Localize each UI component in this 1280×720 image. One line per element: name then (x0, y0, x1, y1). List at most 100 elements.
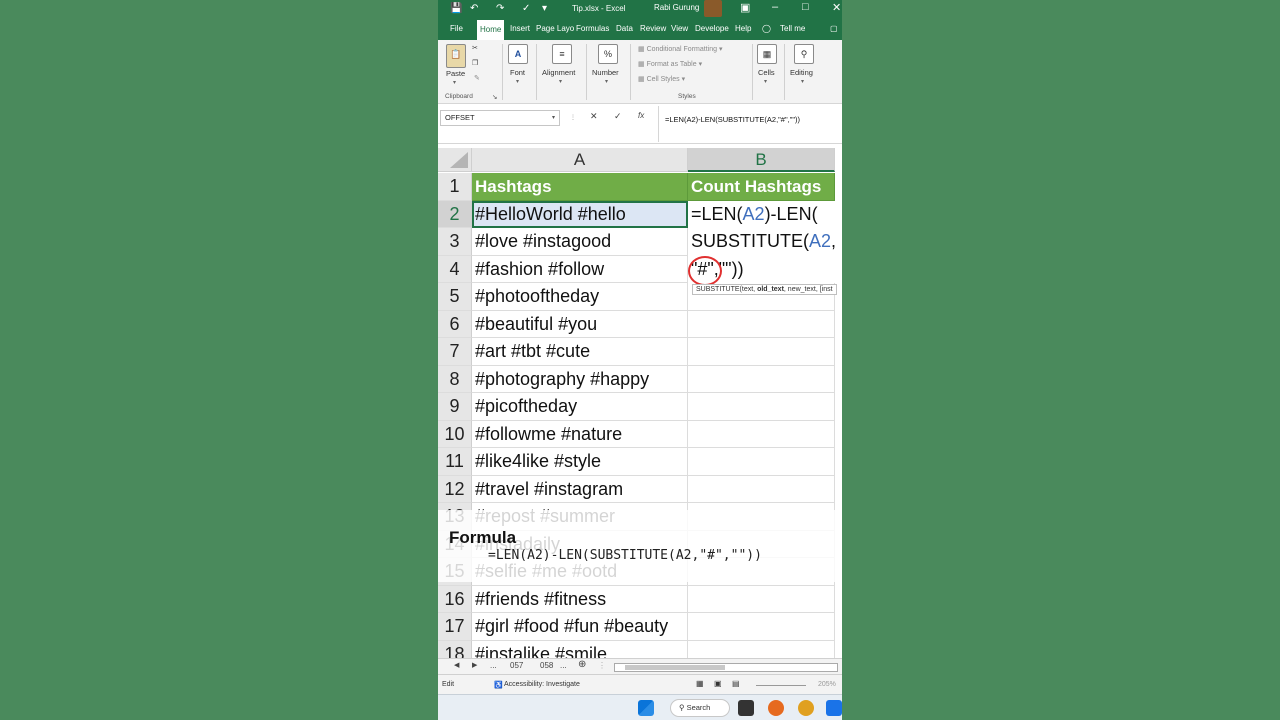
row-header[interactable]: 7 (438, 338, 472, 366)
tab-view[interactable]: View (669, 22, 690, 36)
cell-b[interactable] (688, 585, 835, 613)
chevron-down-icon[interactable]: ▾ (559, 78, 562, 85)
format-painter-icon[interactable]: ✎ (474, 74, 480, 82)
cell-b[interactable] (688, 475, 835, 503)
save-icon[interactable]: 💾 (450, 3, 462, 15)
chevron-down-icon[interactable]: ▾ (516, 78, 519, 85)
undo-icon[interactable]: ↶ (470, 3, 478, 15)
next-sheet-icon[interactable]: ▶ (472, 661, 477, 669)
row-header[interactable]: 11 (438, 448, 472, 476)
cell-b[interactable] (688, 640, 835, 658)
alignment-button[interactable]: Alignment (542, 68, 575, 77)
cell-a[interactable]: #instalike #smile (472, 640, 688, 658)
paste-button[interactable]: Paste (446, 69, 465, 78)
lightbulb-icon[interactable]: ◯ (760, 22, 773, 36)
tab-help[interactable]: Help (733, 22, 753, 36)
tab-review[interactable]: Review (638, 22, 668, 36)
copy-icon[interactable]: ❐ (472, 59, 478, 67)
row-header[interactable]: 4 (438, 255, 472, 283)
select-all-button[interactable] (438, 148, 472, 172)
row-header[interactable]: 9 (438, 393, 472, 421)
chevron-down-icon[interactable]: ▾ (801, 78, 804, 85)
tab-developer[interactable]: Develope (693, 22, 731, 36)
tab-data[interactable]: Data (614, 22, 635, 36)
taskbar-search[interactable]: ⚲ Search (670, 699, 730, 717)
firefox-icon[interactable] (768, 700, 784, 716)
tab-formulas[interactable]: Formulas (574, 22, 611, 36)
calendar-icon[interactable] (826, 700, 842, 716)
chevron-down-icon[interactable]: ▾ (764, 78, 767, 85)
customize-icon[interactable]: ▾ (542, 3, 547, 15)
name-box[interactable]: OFFSET ▾ (440, 110, 560, 126)
zoom-slider[interactable] (756, 685, 806, 686)
page-layout-icon[interactable]: ▣ (714, 679, 722, 688)
accessibility-icon[interactable]: ♿ (494, 681, 503, 689)
row-header[interactable]: 6 (438, 310, 472, 338)
cell-a[interactable]: #picoftheday (472, 393, 688, 421)
cell-a[interactable]: #friends #fitness (472, 585, 688, 613)
tab-file[interactable]: File (448, 22, 465, 36)
row-header-1[interactable]: 1 (438, 173, 472, 201)
cell-a[interactable]: #fashion #follow (472, 255, 688, 283)
header-cell-b[interactable]: Count Hashtags (688, 173, 835, 201)
cell-a[interactable]: #followme #nature (472, 420, 688, 448)
number-button[interactable]: Number (592, 68, 619, 77)
chevron-down-icon[interactable]: ▾ (453, 79, 456, 86)
tab-home[interactable]: Home (477, 20, 505, 40)
tab-tell-me[interactable]: Tell me (778, 22, 807, 36)
row-header[interactable]: 17 (438, 613, 472, 641)
formula-input[interactable]: =LEN(A2)-LEN(SUBSTITUTE(A2,"#","")) (658, 106, 840, 142)
cell-a[interactable]: #travel #instagram (472, 475, 688, 503)
row-header[interactable]: 18 (438, 640, 472, 658)
editing-icon[interactable]: ⚲ (794, 44, 814, 64)
page-break-icon[interactable]: ▤ (732, 679, 740, 688)
chrome-icon[interactable] (798, 700, 814, 716)
windows-start-icon[interactable] (638, 700, 654, 716)
cell-a[interactable]: #like4like #style (472, 448, 688, 476)
editing-button[interactable]: Editing (790, 68, 813, 77)
format-as-table-button[interactable]: ▦ Format as Table ▾ (638, 60, 702, 68)
cell-a[interactable]: #love #instagood (472, 228, 688, 256)
font-button[interactable]: Font (510, 68, 525, 77)
cell-b[interactable] (688, 393, 835, 421)
row-header[interactable]: 2 (438, 200, 472, 228)
tab-insert[interactable]: Insert (508, 22, 532, 36)
zoom-level[interactable]: 205% (818, 681, 836, 688)
accessibility-status[interactable]: Accessibility: Investigate (504, 681, 580, 688)
maximize-icon[interactable]: □ (802, 1, 809, 13)
add-sheet-icon[interactable]: ⊕ (578, 659, 586, 670)
column-header-b[interactable]: B (688, 148, 835, 172)
enter-icon[interactable]: ✓ (614, 111, 622, 122)
row-header[interactable]: 10 (438, 420, 472, 448)
header-cell-a[interactable]: Hashtags (472, 173, 688, 201)
insert-function-button[interactable]: fx (638, 111, 644, 120)
scroll-thumb[interactable] (625, 665, 725, 670)
column-header-a[interactable]: A (472, 148, 688, 172)
cell-a[interactable]: #photography #happy (472, 365, 688, 393)
horizontal-scrollbar[interactable] (614, 663, 838, 672)
cell-b[interactable] (688, 338, 835, 366)
cell-a[interactable]: #beautiful #you (472, 310, 688, 338)
sheet-ellipsis-left[interactable]: ... (490, 661, 497, 670)
row-header[interactable]: 16 (438, 585, 472, 613)
paste-icon[interactable]: 📋 (446, 44, 466, 68)
minimize-icon[interactable]: – (772, 1, 778, 13)
cell-b[interactable] (688, 420, 835, 448)
font-icon[interactable]: A (508, 44, 528, 64)
sheet-tab-058[interactable]: 058 (540, 661, 553, 670)
cell-b[interactable] (688, 365, 835, 393)
alignment-icon[interactable]: ≡ (552, 44, 572, 64)
cell-a[interactable]: #girl #food #fun #beauty (472, 613, 688, 641)
dialog-launcher-icon[interactable]: ↘ (492, 93, 497, 101)
row-header[interactable]: 8 (438, 365, 472, 393)
conditional-formatting-button[interactable]: ▦ Conditional Formatting ▾ (638, 45, 722, 53)
normal-view-icon[interactable]: ▦ (696, 679, 704, 688)
prev-sheet-icon[interactable]: ◀ (454, 661, 459, 669)
cells-icon[interactable]: ▦ (757, 44, 777, 64)
cells-button[interactable]: Cells (758, 68, 775, 77)
tab-page-layout[interactable]: Page Layo (534, 22, 576, 36)
number-format-icon[interactable]: % (598, 44, 618, 64)
cell-b[interactable] (688, 448, 835, 476)
task-view-icon[interactable] (738, 700, 754, 716)
comments-icon[interactable]: ▢ (828, 22, 840, 36)
